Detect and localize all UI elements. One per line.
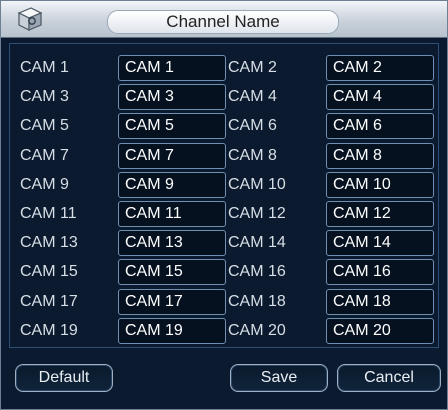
channel-label: CAM 12 <box>228 205 286 222</box>
channel-label: CAM 4 <box>228 88 277 106</box>
channel-label: CAM 6 <box>228 117 277 135</box>
channel-row: CAM 15 CAM 15 CAM 16 CAM 16 <box>10 259 440 286</box>
dialog-title: Channel Name <box>107 10 339 34</box>
gear-cube-icon <box>17 7 43 31</box>
channel-label: CAM 15 <box>20 263 78 281</box>
channel-name-field[interactable]: CAM 10 <box>326 171 434 198</box>
channel-row: CAM 11 CAM 11 CAM 12 CAM 12 <box>10 201 440 227</box>
channel-name-field[interactable]: CAM 6 <box>326 113 434 140</box>
channel-row: CAM 1 CAM 1 CAM 2 CAM 2 <box>10 55 440 81</box>
channel-name-field[interactable]: CAM 14 <box>326 230 434 257</box>
channel-label: CAM 14 <box>228 234 286 252</box>
channel-label: CAM 20 <box>228 321 286 339</box>
channel-row: CAM 9 CAM 9 CAM 10 CAM 10 <box>10 171 440 198</box>
channel-name-dialog: Channel Name CAM 1 CAM 1 CAM 2 CAM 2 CAM 3 CA… <box>0 0 448 410</box>
channel-label: CAM 13 <box>20 234 78 252</box>
channel-name-field[interactable]: CAM 16 <box>326 259 434 286</box>
channel-name-field[interactable]: CAM 12 <box>326 201 434 227</box>
channel-name-field[interactable]: CAM 8 <box>326 142 434 169</box>
channel-row: CAM 19 CAM 19 CAM 20 CAM 20 <box>10 317 440 344</box>
channel-name-field[interactable]: CAM 11 <box>118 201 226 227</box>
channel-name-field[interactable]: CAM 2 <box>326 55 434 81</box>
channel-label: CAM 10 <box>228 175 286 193</box>
cancel-button[interactable]: Cancel <box>337 364 441 392</box>
channel-name-field[interactable]: CAM 9 <box>118 171 226 198</box>
channel-label: CAM 2 <box>228 59 277 76</box>
channel-label: CAM 16 <box>228 263 286 281</box>
channel-name-field[interactable]: CAM 5 <box>118 113 226 140</box>
channel-label: CAM 19 <box>20 321 78 339</box>
channel-name-field[interactable]: CAM 7 <box>118 142 226 169</box>
save-button[interactable]: Save <box>230 364 328 392</box>
channel-label: CAM 17 <box>20 292 78 310</box>
channel-name-field[interactable]: CAM 15 <box>118 259 226 286</box>
channel-label: CAM 11 <box>20 205 77 222</box>
channel-label: CAM 7 <box>20 146 69 164</box>
channel-name-field[interactable]: CAM 17 <box>118 288 226 315</box>
channel-label: CAM 1 <box>20 59 69 76</box>
channel-label: CAM 8 <box>228 146 277 164</box>
channel-name-field[interactable]: CAM 3 <box>118 84 226 111</box>
channel-label: CAM 9 <box>20 175 69 193</box>
channel-row: CAM 17 CAM 17 CAM 18 CAM 18 <box>10 288 440 315</box>
channel-name-field[interactable]: CAM 4 <box>326 84 434 111</box>
default-button[interactable]: Default <box>15 364 113 392</box>
channel-name-field[interactable]: CAM 1 <box>118 55 226 81</box>
channel-label: CAM 3 <box>20 88 69 106</box>
channel-row: CAM 7 CAM 7 CAM 8 CAM 8 <box>10 142 440 169</box>
channel-row: CAM 3 CAM 3 CAM 4 CAM 4 <box>10 84 440 111</box>
channel-name-field[interactable]: CAM 19 <box>118 317 226 344</box>
channel-name-field[interactable]: CAM 20 <box>326 317 434 344</box>
channel-row: CAM 5 CAM 5 CAM 6 CAM 6 <box>10 113 440 140</box>
channel-grid: CAM 1 CAM 1 CAM 2 CAM 2 CAM 3 CAM 3 CAM 4 CAM 4… <box>9 43 439 348</box>
channel-name-field[interactable]: CAM 13 <box>118 230 226 257</box>
channel-row: CAM 13 CAM 13 CAM 14 CAM 14 <box>10 230 440 257</box>
channel-label: CAM 5 <box>20 117 69 135</box>
title-bar: Channel Name <box>1 1 447 38</box>
channel-name-field[interactable]: CAM 18 <box>326 288 434 315</box>
channel-label: CAM 18 <box>228 292 286 310</box>
